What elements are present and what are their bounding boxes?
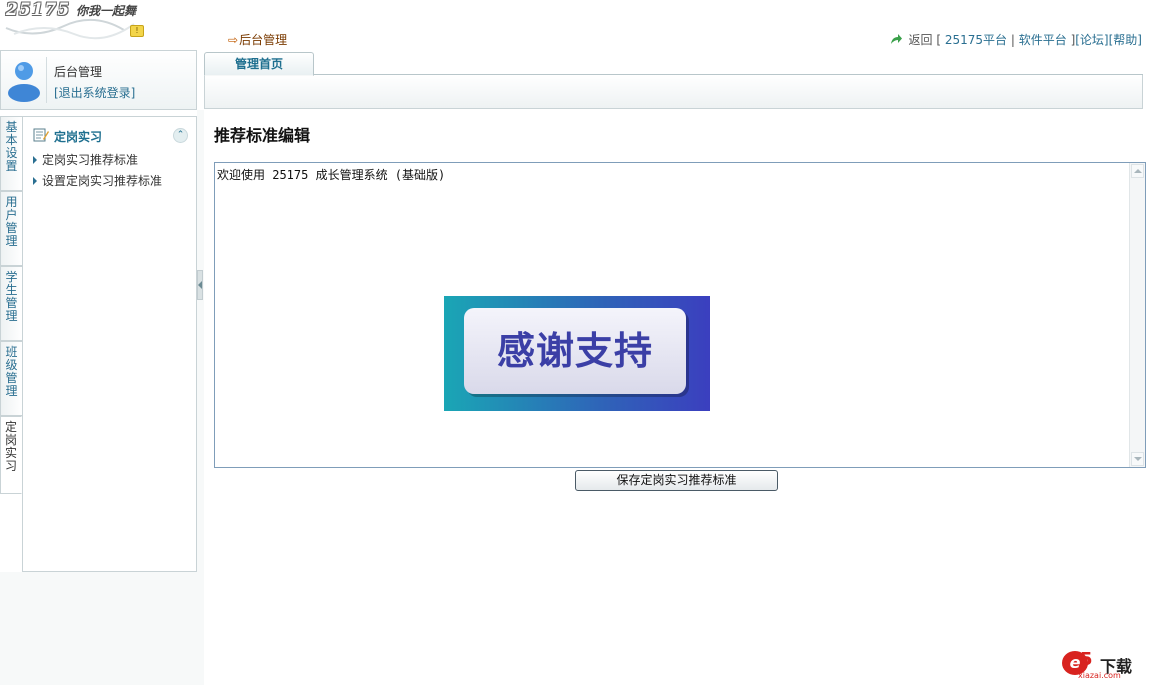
- editor-text[interactable]: 欢迎使用 25175 成长管理系统 (基础版): [217, 166, 445, 183]
- collapse-icon[interactable]: ⌃: [173, 128, 188, 143]
- triangle-right-icon: [33, 156, 37, 164]
- top-links: 返回 [ 25175平台 | 软件平台 ][论坛][帮助]: [889, 31, 1142, 48]
- watermark-brand: 5: [1080, 649, 1093, 670]
- sidebar-bottom-fill: [0, 572, 204, 685]
- user-panel: 后台管理 [退出系统登录]: [0, 50, 197, 110]
- left-menu: 定岗实习 ⌃ 定岗实习推荐标准 设置定岗实习推荐标准: [22, 116, 197, 572]
- logo: 25175 你我一起舞 !: [2, 0, 152, 42]
- logo-number: 25175: [6, 0, 71, 20]
- side-tabs: 基本设置 用户管理 学生管理 班级管理 定岗实习: [0, 116, 22, 494]
- side-tab-label: 定岗实习: [5, 420, 18, 473]
- menu-header: 定岗实习 ⌃: [33, 127, 188, 145]
- admin-page: 25175 你我一起舞 ! ⇨后台管理 返回 [ 25175平台 | 软件平台 …: [0, 0, 1152, 685]
- scroll-up-icon[interactable]: [1131, 164, 1144, 178]
- watermark-logo: e 5 下载 xiazai.com: [1062, 649, 1140, 680]
- editor-scrollbar[interactable]: [1129, 163, 1145, 467]
- logo-swoosh-icon: [5, 18, 135, 40]
- menu-item-label: 设置定岗实习推荐标准: [42, 174, 163, 188]
- tab-bar: [204, 75, 1143, 109]
- thanks-image: 感谢支持: [444, 296, 710, 411]
- tab-admin-home[interactable]: 管理首页: [204, 52, 314, 76]
- save-standard-button[interactable]: 保存定岗实习推荐标准: [575, 470, 778, 491]
- menu-item-set-internship-standard[interactable]: 设置定岗实习推荐标准: [33, 172, 162, 189]
- user-avatar-icon: [8, 62, 40, 102]
- logo-slogan: 你我一起舞: [76, 4, 137, 18]
- software-platform-link[interactable]: 软件平台: [1019, 33, 1067, 47]
- notice-icon: !: [130, 25, 144, 37]
- rich-text-editor[interactable]: 欢迎使用 25175 成长管理系统 (基础版) 感谢支持: [214, 162, 1146, 468]
- side-tab-class-management[interactable]: 班级管理: [0, 341, 22, 416]
- scroll-down-icon[interactable]: [1131, 452, 1144, 466]
- side-tab-basic-settings[interactable]: 基本设置: [0, 116, 22, 191]
- bracket-open: [: [936, 33, 941, 47]
- side-tab-label: 班级管理: [5, 345, 18, 398]
- tab-bar-line: [204, 74, 1143, 75]
- arrow-right-icon: ⇨: [228, 33, 239, 47]
- triangle-right-icon: [33, 177, 37, 185]
- link-separator: |: [1010, 33, 1015, 47]
- side-tab-label: 学生管理: [5, 270, 18, 323]
- sidebar-toggle-handle[interactable]: [197, 270, 203, 300]
- side-tab-label: 用户管理: [5, 195, 18, 248]
- menu-item-label: 定岗实习推荐标准: [42, 153, 139, 167]
- breadcrumb: ⇨后台管理: [228, 31, 287, 48]
- side-tab-student-management[interactable]: 学生管理: [0, 266, 22, 341]
- back-arrow-icon: [890, 34, 902, 44]
- user-panel-divider: [46, 57, 47, 103]
- thanks-image-text: 感谢支持: [464, 308, 686, 394]
- page-title: 推荐标准编辑: [214, 126, 311, 145]
- platform-link[interactable]: 25175平台: [945, 33, 1007, 47]
- user-name: 后台管理: [54, 65, 103, 79]
- notebook-icon: [33, 128, 49, 142]
- side-tab-user-management[interactable]: 用户管理: [0, 191, 22, 266]
- side-tab-internship[interactable]: 定岗实习: [0, 416, 22, 494]
- watermark-site: xiazai.com: [1078, 671, 1121, 680]
- side-tab-label: 基本设置: [5, 120, 18, 173]
- menu-title: 定岗实习: [54, 130, 103, 144]
- breadcrumb-label: 后台管理: [239, 33, 288, 47]
- menu-item-internship-standard[interactable]: 定岗实习推荐标准: [33, 151, 138, 168]
- help-link[interactable]: [帮助]: [1109, 33, 1142, 47]
- forum-link[interactable]: [论坛]: [1075, 33, 1108, 47]
- logout-link[interactable]: [退出系统登录]: [54, 84, 135, 101]
- back-link[interactable]: 返回: [908, 33, 932, 47]
